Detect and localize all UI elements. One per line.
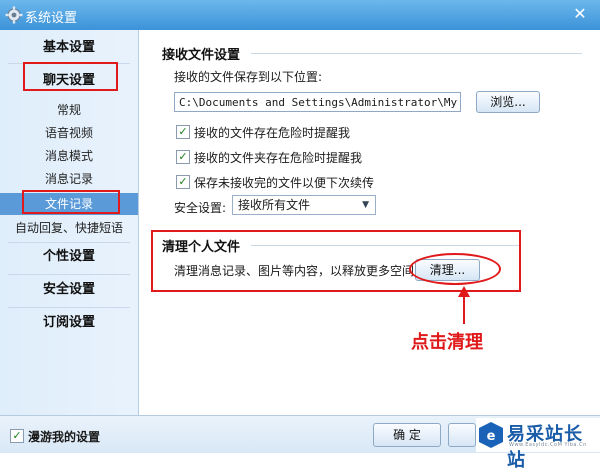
annotation-box-file-records (22, 190, 120, 214)
dropdown-arrow-icon: ▼ (362, 200, 369, 210)
sidebar-category-security[interactable]: 安全设置 (0, 275, 138, 305)
roaming-settings-label: 漫游我的设置 (28, 430, 101, 444)
sidebar-item-message-mode[interactable]: 消息模式 (0, 145, 138, 167)
close-button[interactable]: ✕ (570, 4, 590, 24)
security-setting-value: 接收所有文件 (238, 198, 311, 212)
window-title: 系统设置 (25, 11, 78, 26)
annotation-oval-clean-button (409, 253, 501, 285)
sidebar-category-personal[interactable]: 个性设置 (0, 242, 138, 272)
watermark-subtext: Www.EasyIdc.CoM Yiba.Cn (509, 442, 587, 448)
warn-dangerous-folder-checkbox[interactable]: ✓ (176, 150, 190, 164)
ok-button[interactable]: 确 定 (373, 423, 441, 447)
main-panel: 接收文件设置 接收的文件保存到以下位置: C:\Documents and Se… (139, 30, 600, 415)
annotation-label: 点击清理 (411, 332, 483, 353)
security-setting-label: 安全设置: (174, 201, 227, 215)
watermark-logo-icon: e (479, 422, 503, 448)
warn-dangerous-file-checkbox[interactable]: ✓ (176, 125, 190, 139)
annotation-arrow-icon (458, 286, 470, 324)
sidebar-item-general[interactable]: 常规 (0, 99, 138, 121)
receive-section-title: 接收文件设置 (162, 48, 241, 63)
title-bar: 系统设置 ✕ (0, 0, 600, 30)
save-location-label: 接收的文件保存到以下位置: (174, 70, 323, 84)
section-divider (251, 53, 582, 54)
warn-dangerous-folder-label: 接收的文件夹存在危险时提醒我 (194, 151, 363, 165)
gear-icon (5, 6, 23, 24)
sidebar-item-voice-video[interactable]: 语音视频 (0, 122, 138, 144)
browse-button[interactable]: 浏览... (476, 91, 540, 113)
svg-text:e: e (487, 429, 496, 444)
roaming-settings-checkbox[interactable]: ✓ (10, 429, 24, 443)
annotation-box-chat-settings (23, 62, 118, 91)
cancel-button-partial[interactable] (448, 423, 476, 447)
warn-dangerous-file-label: 接收的文件存在危险时提醒我 (194, 126, 351, 140)
sidebar-item-auto-reply[interactable]: 自动回复、快捷短语 (0, 217, 138, 239)
settings-window: 系统设置 ✕ 基本设置 聊天设置 常规 语音视频 消息模式 消息记录 文件记录 … (0, 0, 600, 471)
resume-transfer-label: 保存未接收完的文件以便下次续传 (194, 176, 375, 190)
security-setting-select[interactable]: 接收所有文件 ▼ (232, 195, 376, 215)
save-path-field[interactable]: C:\Documents and Settings\Administrator\… (174, 92, 461, 112)
sidebar-item-message-history[interactable]: 消息记录 (0, 168, 138, 190)
sidebar-category-basic[interactable]: 基本设置 (0, 33, 138, 63)
watermark: e 易采站长站 Www.EasyIdc.CoM Yiba.Cn (476, 418, 600, 471)
resume-transfer-checkbox[interactable]: ✓ (176, 175, 190, 189)
sidebar-category-subscription[interactable]: 订阅设置 (0, 308, 138, 338)
